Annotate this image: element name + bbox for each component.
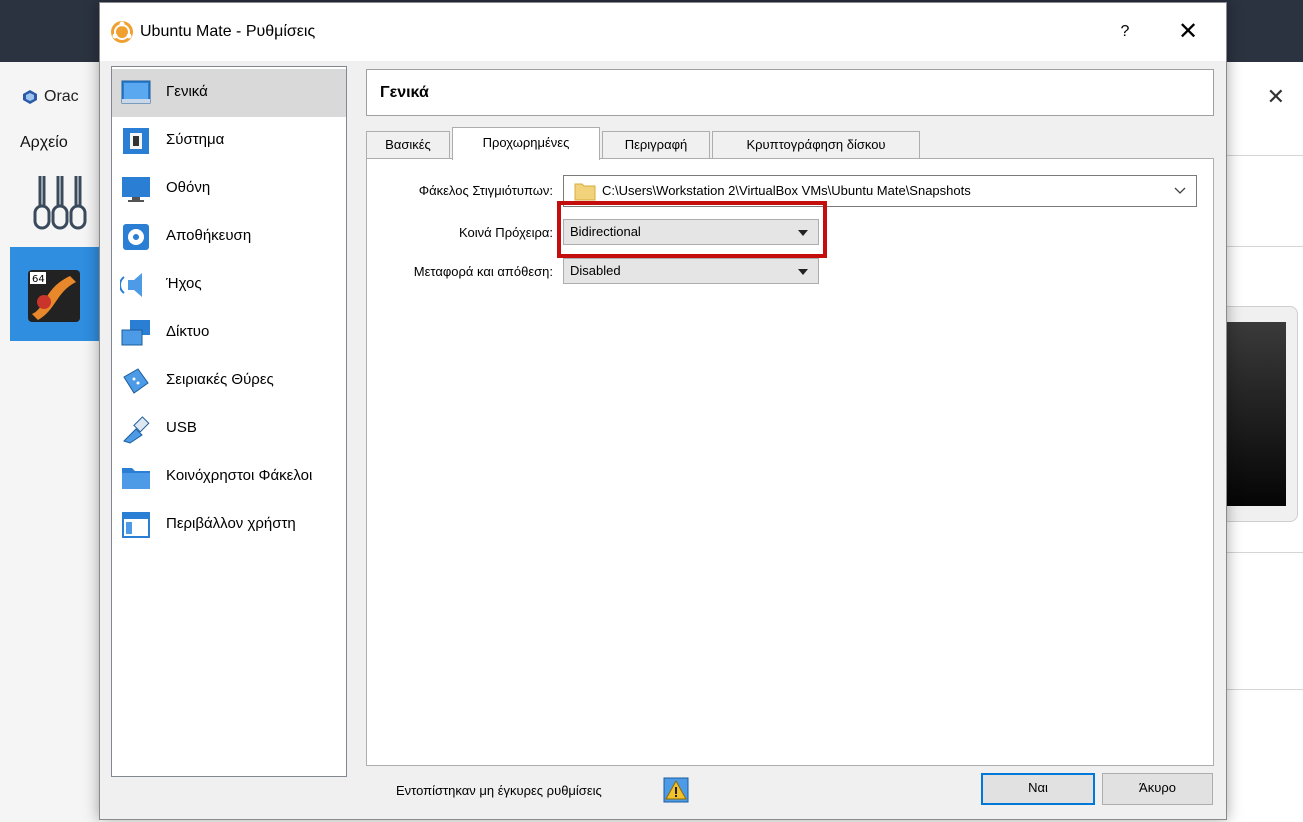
- sidebar-item-general[interactable]: Γενικά: [112, 69, 346, 117]
- sidebar-item-serial-ports[interactable]: Σειριακές Θύρες: [112, 357, 346, 405]
- shared-folder-icon: [122, 468, 150, 489]
- svg-text:64: 64: [32, 274, 45, 285]
- sidebar-item-label: USB: [166, 419, 197, 436]
- dialog-titlebar: Ubuntu Mate - Ρυθμίσεις ? ✕: [100, 3, 1226, 61]
- tab-advanced[interactable]: Προχωρημένες: [452, 127, 600, 160]
- tools-icon[interactable]: [30, 172, 90, 232]
- sidebar-item-display[interactable]: Οθόνη: [112, 165, 346, 213]
- sidebar-item-label: Σειριακές Θύρες: [166, 371, 274, 388]
- sidebar-item-network[interactable]: Δίκτυο: [112, 309, 346, 357]
- snapshot-folder-label: Φάκελος Στιγμιότυπων:: [418, 183, 553, 198]
- close-button[interactable]: ✕: [1168, 17, 1208, 47]
- serial-port-icon: [123, 368, 149, 394]
- shared-clipboard-label: Κοινά Πρόχειρα:: [459, 225, 553, 240]
- settings-dialog: Ubuntu Mate - Ρυθμίσεις ? ✕ Γενικά Σύστη…: [99, 2, 1227, 820]
- chevron-down-icon: [1174, 187, 1186, 194]
- sidebar-item-label: Οθόνη: [166, 179, 211, 196]
- drag-drop-select[interactable]: Disabled: [563, 258, 819, 284]
- sidebar-item-label: Σύστημα: [166, 131, 225, 148]
- settings-category-list: Γενικά Σύστημα Οθόνη Αποθήκευση Ήχος Δίκ…: [111, 66, 347, 777]
- drag-drop-value: Disabled: [570, 263, 621, 278]
- sidebar-item-storage[interactable]: Αποθήκευση: [112, 213, 346, 261]
- manager-divider: [1215, 689, 1303, 690]
- sidebar-item-label: Δίκτυο: [166, 323, 210, 340]
- manager-menu-file[interactable]: Αρχείο: [20, 134, 68, 152]
- ubuntu-mate-logo-icon: [111, 21, 133, 43]
- sidebar-item-system[interactable]: Σύστημα: [112, 117, 346, 165]
- speaker-icon: [120, 273, 142, 297]
- manager-close-icon[interactable]: ✕: [1267, 84, 1285, 110]
- page-title: Γενικά: [380, 84, 429, 101]
- folder-icon: [574, 183, 596, 201]
- sidebar-item-label: Γενικά: [166, 83, 208, 100]
- user-interface-icon: [122, 512, 150, 538]
- tab-basic[interactable]: Βασικές: [366, 131, 450, 159]
- vm-preview-screen: [1222, 322, 1286, 506]
- sidebar-item-label: Περιβάλλον χρήστη: [166, 515, 296, 532]
- tab-disk-encryption[interactable]: Κρυπτογράφηση δίσκου: [712, 131, 920, 159]
- usb-icon: [123, 416, 150, 444]
- system-chip-icon: [123, 128, 149, 154]
- help-button[interactable]: ?: [1110, 19, 1140, 45]
- red-highlight-box: [557, 201, 827, 258]
- storage-disk-icon: [123, 224, 149, 250]
- monitor-icon: [122, 177, 150, 202]
- virtualbox-logo-icon: [23, 90, 37, 104]
- sidebar-item-usb[interactable]: USB: [112, 405, 346, 453]
- dropdown-arrow-icon: [798, 269, 808, 275]
- tab-description[interactable]: Περιγραφή: [602, 131, 710, 159]
- ok-button[interactable]: Ναι: [981, 773, 1095, 805]
- manager-title: Orac: [44, 88, 79, 105]
- drag-drop-label: Μεταφορά και απόθεση:: [413, 264, 553, 279]
- sidebar-item-label: Ήχος: [166, 275, 202, 292]
- sidebar-item-label: Κοινόχρηστοι Φάκελοι: [166, 467, 313, 484]
- sidebar-item-user-interface[interactable]: Περιβάλλον χρήστη: [112, 501, 346, 549]
- manager-divider: [1215, 246, 1303, 247]
- sidebar-item-audio[interactable]: Ήχος: [112, 261, 346, 309]
- network-icon: [121, 320, 150, 346]
- manager-divider: [1215, 552, 1303, 553]
- dialog-title: Ubuntu Mate - Ρυθμίσεις: [140, 23, 316, 40]
- ubuntu-mate-vm-icon: 64: [28, 270, 80, 322]
- invalid-settings-message: Εντοπίστηκαν μη έγκυρες ρυθμίσεις: [396, 783, 602, 798]
- snapshot-folder-path: C:\Users\Workstation 2\VirtualBox VMs\Ub…: [602, 183, 971, 198]
- advanced-tab-panel: Φάκελος Στιγμιότυπων: C:\Users\Workstati…: [366, 158, 1214, 766]
- general-icon: [121, 80, 151, 104]
- sidebar-item-label: Αποθήκευση: [166, 227, 252, 244]
- page-title-box: Γενικά: [366, 69, 1214, 116]
- warning-icon[interactable]: [663, 777, 689, 803]
- cancel-button[interactable]: Άκυρο: [1102, 773, 1213, 805]
- sidebar-item-shared-folders[interactable]: Κοινόχρηστοι Φάκελοι: [112, 453, 346, 501]
